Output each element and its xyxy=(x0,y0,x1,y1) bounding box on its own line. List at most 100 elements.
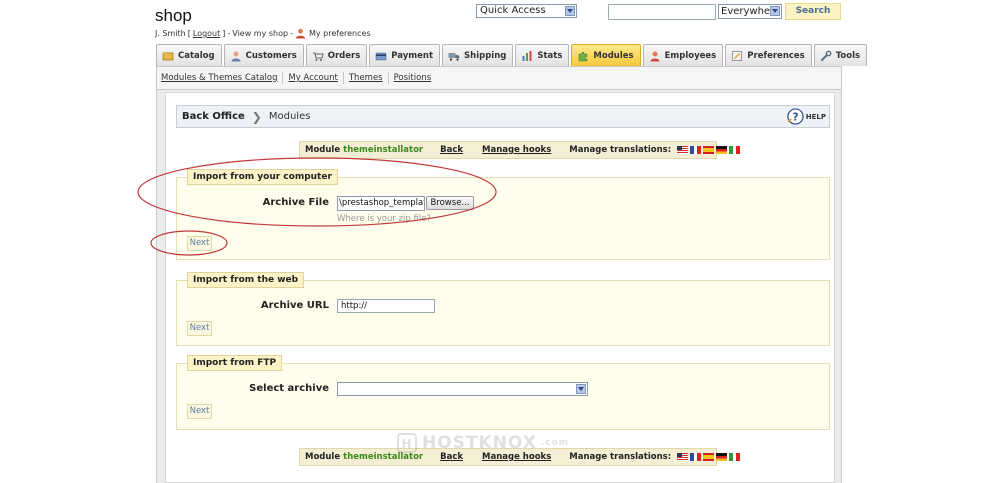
view-shop-link[interactable]: View my shop xyxy=(232,29,288,38)
tab-modules[interactable]: Modules xyxy=(571,44,641,66)
tab-stats[interactable]: Stats xyxy=(515,44,570,66)
flag-fr-icon[interactable] xyxy=(690,146,702,154)
modules-icon xyxy=(579,51,588,61)
tab-catalog[interactable]: Catalog xyxy=(156,44,222,66)
chevron-down-icon xyxy=(576,384,586,394)
content-panel: Back Office ❯ Modules ? HELP Module them… xyxy=(165,92,835,483)
quick-access-label: Quick Access xyxy=(480,5,546,16)
flag-de-icon[interactable] xyxy=(716,146,728,154)
archive-url-input[interactable]: http:// xyxy=(337,299,435,313)
chevron-down-icon xyxy=(770,6,780,16)
tab-label: Catalog xyxy=(178,50,215,61)
archive-url-label: Archive URL xyxy=(260,300,329,311)
tab-label: Preferences xyxy=(747,50,805,61)
search-button[interactable]: Search xyxy=(785,3,841,20)
manage-hooks-link[interactable]: Manage hooks xyxy=(482,145,551,155)
main-tabs: Catalog Customers Orders Payment Shippin… xyxy=(156,44,868,66)
flag-es-icon[interactable] xyxy=(703,146,715,154)
bracket-open: [ xyxy=(187,29,191,38)
tab-orders[interactable]: Orders xyxy=(305,44,368,66)
flag-fr-icon[interactable] xyxy=(690,453,702,461)
flag-de-icon[interactable] xyxy=(716,453,728,461)
payment-icon xyxy=(375,52,387,60)
search-scope-select[interactable]: Everywhere xyxy=(718,4,782,19)
quick-access-select[interactable]: Quick Access xyxy=(476,4,577,18)
breadcrumb-separator-icon: ❯ xyxy=(251,109,262,124)
breadcrumb: Back Office ❯ Modules ? HELP xyxy=(176,105,830,128)
flag-en-icon[interactable] xyxy=(677,453,689,461)
module-bar-top: Module themeinstallator Back Manage hook… xyxy=(299,141,741,159)
subtab-modules-themes-catalog[interactable]: Modules & Themes Catalog xyxy=(161,72,284,84)
tab-label: Modules xyxy=(593,50,634,61)
module-name: themeinstallator xyxy=(343,145,424,155)
flag-it-icon[interactable] xyxy=(729,146,741,154)
next-button-ftp[interactable]: Next xyxy=(187,404,212,419)
subtab-my-account[interactable]: My Account xyxy=(288,72,344,84)
next-button-web[interactable]: Next xyxy=(187,321,212,336)
tab-label: Tools xyxy=(835,50,861,61)
flag-es-icon[interactable] xyxy=(703,453,715,461)
import-computer-fieldset: Import from your computer Archive File \… xyxy=(176,169,830,260)
preferences-icon xyxy=(732,50,743,61)
help-icon: ? xyxy=(787,108,804,125)
back-link[interactable]: Back xyxy=(440,452,463,462)
help-button[interactable]: ? HELP xyxy=(787,108,826,125)
shop-title: shop xyxy=(155,6,192,25)
breadcrumb-page: Modules xyxy=(268,111,311,122)
tab-label: Shipping xyxy=(464,50,507,61)
person-icon xyxy=(295,28,306,39)
tab-customers[interactable]: Customers xyxy=(223,44,304,66)
logout-link[interactable]: Logout xyxy=(193,29,220,38)
manage-hooks-link[interactable]: Manage hooks xyxy=(482,452,551,462)
language-flags xyxy=(677,146,741,154)
tab-label: Orders xyxy=(327,50,361,61)
flag-en-icon[interactable] xyxy=(677,146,689,154)
svg-text:?: ? xyxy=(792,111,798,123)
subtab-themes[interactable]: Themes xyxy=(349,72,389,84)
tab-label: Employees xyxy=(664,50,717,61)
tab-shipping[interactable]: Shipping xyxy=(442,44,514,66)
archive-file-input[interactable]: \prestashop_template_ xyxy=(337,196,425,211)
module-label: Module xyxy=(305,145,341,155)
import-web-legend: Import from the web xyxy=(187,272,305,288)
manage-translations-label: Manage translations: xyxy=(569,452,672,462)
back-link[interactable]: Back xyxy=(440,145,463,155)
tab-label: Customers xyxy=(245,50,297,61)
employees-icon xyxy=(650,51,660,61)
archive-file-label: Archive File xyxy=(262,197,329,208)
tab-preferences[interactable]: Preferences xyxy=(725,44,812,66)
language-flags xyxy=(677,453,741,461)
module-bar-bottom: Module themeinstallator Back Manage hook… xyxy=(299,448,741,466)
import-ftp-fieldset: Import from FTP Select archive Next xyxy=(176,355,830,430)
search-input[interactable] xyxy=(608,4,716,20)
tab-payment[interactable]: Payment xyxy=(369,44,441,66)
select-archive-dropdown[interactable] xyxy=(337,382,588,396)
flag-it-icon[interactable] xyxy=(729,453,741,461)
tab-label: Payment xyxy=(391,50,434,61)
browse-button[interactable]: Browse... xyxy=(426,196,474,210)
subtab-positions[interactable]: Positions xyxy=(394,72,437,84)
user-name: J. Smith xyxy=(155,29,186,38)
separator: - xyxy=(227,29,231,38)
prestashop-admin-page: shop J. Smith [Logout] - View my shop - … xyxy=(0,0,996,483)
preferences-label: My preferences xyxy=(308,29,371,38)
separator: - xyxy=(290,29,293,38)
preferences-link[interactable]: My preferences xyxy=(295,28,371,39)
catalog-icon xyxy=(162,51,174,60)
subtab-bar: Modules & Themes Catalog My Account Them… xyxy=(156,66,842,90)
import-ftp-legend: Import from FTP xyxy=(187,355,283,371)
archive-file-hint: Where is your zip file? xyxy=(337,214,431,224)
module-name: themeinstallator xyxy=(343,452,424,462)
customers-icon xyxy=(231,51,241,61)
shipping-icon xyxy=(448,52,460,61)
breadcrumb-section[interactable]: Back Office xyxy=(182,111,245,122)
next-button-computer[interactable]: Next xyxy=(187,236,212,251)
tab-employees[interactable]: Employees xyxy=(642,44,724,66)
user-line: J. Smith [Logout] - View my shop - My pr… xyxy=(155,28,371,39)
tab-tools[interactable]: Tools xyxy=(813,44,868,66)
manage-translations-label: Manage translations: xyxy=(569,145,672,155)
orders-icon xyxy=(312,52,324,61)
tab-label: Stats xyxy=(537,50,563,61)
bracket-close: ] xyxy=(222,29,226,38)
content-area: Back Office ❯ Modules ? HELP Module them… xyxy=(156,90,842,483)
